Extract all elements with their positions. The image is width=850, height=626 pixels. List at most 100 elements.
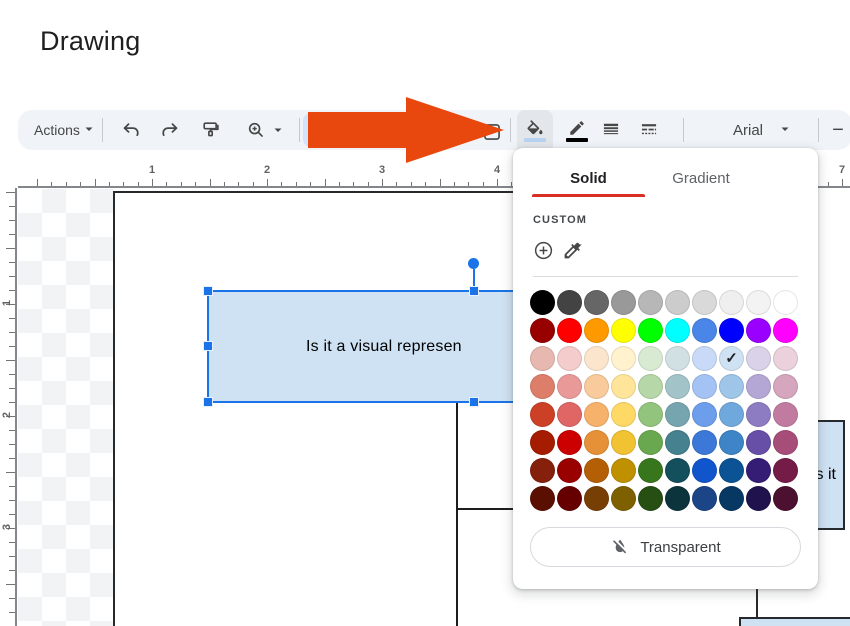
color-swatch[interactable]	[611, 346, 636, 371]
color-swatch[interactable]	[530, 374, 555, 399]
color-swatch[interactable]	[638, 318, 663, 343]
color-swatch[interactable]	[773, 346, 798, 371]
color-swatch[interactable]	[611, 318, 636, 343]
color-swatch[interactable]: ✓	[719, 346, 744, 371]
color-swatch[interactable]	[557, 290, 582, 315]
color-swatch[interactable]	[665, 458, 690, 483]
tab-gradient[interactable]: Gradient	[645, 160, 757, 196]
color-swatch[interactable]	[638, 346, 663, 371]
color-swatch[interactable]	[611, 430, 636, 455]
zoom-button[interactable]	[242, 116, 270, 144]
color-swatch[interactable]	[746, 430, 771, 455]
border-weight-button[interactable]	[597, 116, 625, 144]
font-family-selector[interactable]: Arial	[733, 110, 791, 150]
color-swatch[interactable]	[773, 374, 798, 399]
resize-handle-top-left[interactable]	[203, 286, 213, 296]
color-swatch[interactable]	[557, 486, 582, 511]
color-swatch[interactable]	[611, 486, 636, 511]
color-swatch[interactable]	[638, 486, 663, 511]
color-swatch[interactable]	[719, 374, 744, 399]
color-swatch[interactable]	[719, 458, 744, 483]
color-swatch[interactable]	[719, 318, 744, 343]
color-swatch[interactable]	[584, 318, 609, 343]
color-swatch[interactable]	[530, 430, 555, 455]
color-swatch[interactable]	[638, 458, 663, 483]
color-swatch[interactable]	[719, 290, 744, 315]
redo-button[interactable]	[156, 116, 184, 144]
color-swatch[interactable]	[719, 430, 744, 455]
bottom-shape[interactable]	[739, 617, 850, 626]
color-swatch[interactable]	[557, 374, 582, 399]
border-dash-button[interactable]	[635, 116, 663, 144]
color-swatch[interactable]	[638, 402, 663, 427]
color-swatch[interactable]	[557, 346, 582, 371]
color-swatch[interactable]	[611, 374, 636, 399]
color-swatch[interactable]	[530, 346, 555, 371]
color-swatch[interactable]	[692, 290, 717, 315]
color-swatch[interactable]	[665, 430, 690, 455]
color-swatch[interactable]	[611, 402, 636, 427]
color-swatch[interactable]	[557, 318, 582, 343]
color-swatch[interactable]	[584, 346, 609, 371]
zoom-menu-caret[interactable]	[272, 124, 284, 136]
color-swatch[interactable]	[665, 318, 690, 343]
resize-handle-bottom-left[interactable]	[203, 397, 213, 407]
font-size-decrease-button[interactable]: −	[824, 116, 850, 144]
color-swatch[interactable]	[746, 486, 771, 511]
color-swatch[interactable]	[665, 486, 690, 511]
color-swatch[interactable]	[773, 430, 798, 455]
transparent-button[interactable]: Transparent	[530, 527, 801, 567]
color-swatch[interactable]	[719, 486, 744, 511]
color-swatch[interactable]	[611, 290, 636, 315]
color-swatch[interactable]	[773, 402, 798, 427]
color-swatch[interactable]	[665, 402, 690, 427]
color-swatch[interactable]	[746, 458, 771, 483]
color-swatch[interactable]	[773, 486, 798, 511]
color-swatch[interactable]	[584, 402, 609, 427]
color-swatch[interactable]	[773, 458, 798, 483]
tab-solid[interactable]: Solid	[532, 160, 645, 196]
color-swatch[interactable]	[557, 402, 582, 427]
add-custom-color-button[interactable]	[533, 240, 554, 266]
color-swatch[interactable]	[692, 430, 717, 455]
color-swatch[interactable]	[692, 486, 717, 511]
color-swatch[interactable]	[557, 430, 582, 455]
color-swatch[interactable]	[530, 318, 555, 343]
color-swatch[interactable]	[557, 458, 582, 483]
color-swatch[interactable]	[746, 346, 771, 371]
color-swatch[interactable]	[638, 374, 663, 399]
resize-handle-middle-left[interactable]	[203, 341, 213, 351]
color-swatch[interactable]	[584, 486, 609, 511]
resize-handle-bottom-middle[interactable]	[469, 397, 479, 407]
paint-format-button[interactable]	[197, 116, 225, 144]
color-swatch[interactable]	[746, 318, 771, 343]
color-swatch[interactable]	[530, 402, 555, 427]
color-swatch[interactable]	[773, 290, 798, 315]
color-swatch[interactable]	[638, 290, 663, 315]
color-swatch[interactable]	[530, 486, 555, 511]
fill-color-button[interactable]	[517, 110, 553, 150]
color-swatch[interactable]	[692, 318, 717, 343]
color-swatch[interactable]	[584, 430, 609, 455]
color-swatch[interactable]	[719, 402, 744, 427]
color-swatch[interactable]	[665, 346, 690, 371]
color-swatch[interactable]	[746, 290, 771, 315]
actions-menu-button[interactable]: Actions	[30, 110, 99, 150]
color-swatch[interactable]	[611, 458, 636, 483]
color-swatch[interactable]	[692, 458, 717, 483]
color-swatch[interactable]	[530, 458, 555, 483]
rotation-handle[interactable]	[468, 258, 479, 269]
color-swatch[interactable]	[773, 318, 798, 343]
color-swatch[interactable]	[584, 458, 609, 483]
color-swatch[interactable]	[665, 290, 690, 315]
color-swatch[interactable]	[665, 374, 690, 399]
color-swatch[interactable]	[746, 374, 771, 399]
connector-line-vertical[interactable]	[456, 403, 458, 626]
color-swatch[interactable]	[746, 402, 771, 427]
resize-handle-top-middle[interactable]	[469, 286, 479, 296]
color-swatch[interactable]	[584, 290, 609, 315]
color-swatch[interactable]	[692, 402, 717, 427]
color-swatch[interactable]	[530, 290, 555, 315]
color-swatch[interactable]	[692, 346, 717, 371]
undo-button[interactable]	[117, 116, 145, 144]
